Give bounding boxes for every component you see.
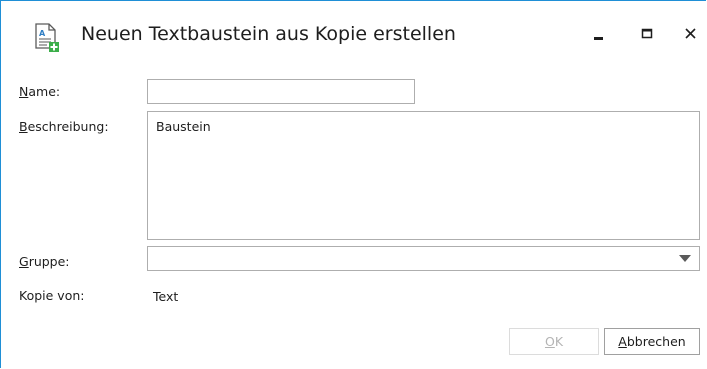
group-label: Gruppe: [19,254,70,269]
ok-button[interactable]: OK [509,328,599,355]
copy-of-label: Kopie von: [19,288,85,303]
group-dropdown[interactable] [147,246,700,271]
copy-of-value: Text [153,289,179,304]
document-add-icon: A [34,23,60,53]
description-label: Beschreibung: [19,119,109,134]
minimize-button[interactable] [584,19,614,49]
dialog-window: A Neuen Textbaustein aus Kopie erstellen [0,0,706,368]
close-button[interactable] [676,19,706,49]
name-label: Name: [19,84,61,99]
maximize-icon [641,28,653,39]
description-textarea[interactable]: Baustein [147,111,700,240]
minimize-icon [594,37,603,40]
title-bar[interactable]: A Neuen Textbaustein aus Kopie erstellen [1,1,706,63]
name-input[interactable] [147,79,415,104]
svg-text:A: A [39,29,46,38]
cancel-button[interactable]: Abbrechen [604,328,700,355]
maximize-button[interactable] [632,19,662,49]
close-icon [685,28,696,39]
window-title: Neuen Textbaustein aus Kopie erstellen [81,23,456,45]
chevron-down-icon[interactable] [679,255,691,263]
